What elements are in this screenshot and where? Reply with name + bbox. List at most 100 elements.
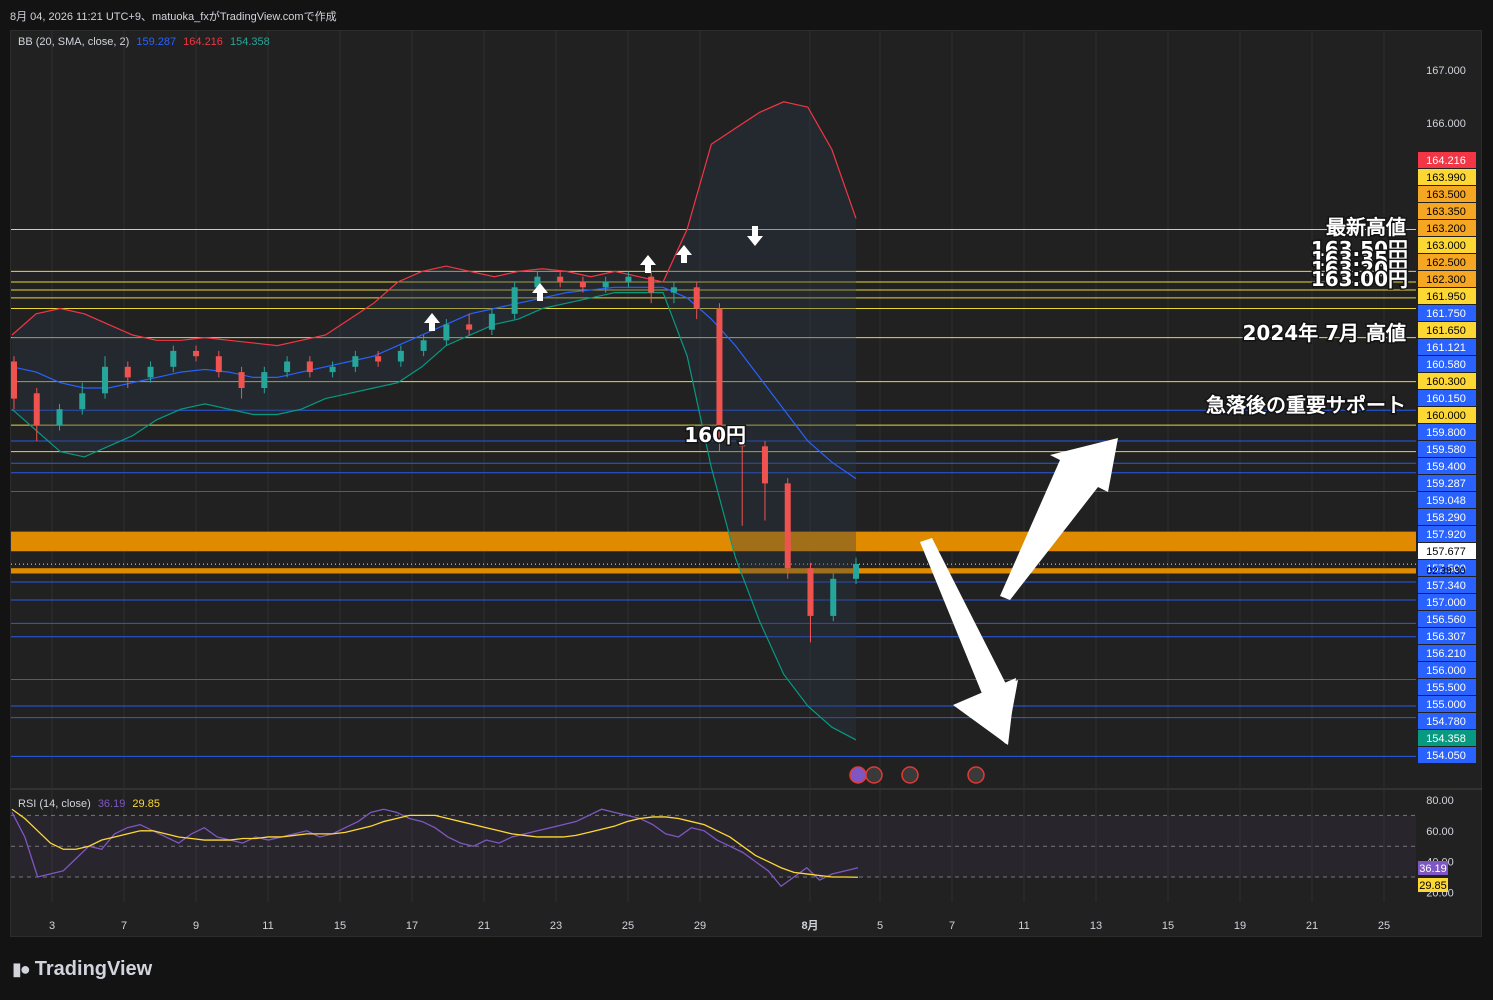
- price-axis-tag-text: 163.350: [1426, 206, 1466, 218]
- price-axis-tag-text: 164.216: [1426, 155, 1466, 167]
- price-axis-tag-text: 156.560: [1426, 614, 1466, 626]
- candle-body: [420, 340, 427, 351]
- tradingview-logo-text: TradingView: [34, 958, 153, 980]
- bb-basis-value: 159.287: [136, 36, 177, 48]
- candle-body: [466, 324, 473, 330]
- price-axis-tag-text: 159.400: [1426, 461, 1466, 473]
- candle-body: [648, 276, 655, 293]
- candle-body: [124, 366, 131, 378]
- candle-body: [853, 563, 859, 579]
- candle-body: [511, 287, 518, 314]
- price-axis-tag-text: 162.500: [1426, 257, 1466, 269]
- price-axis-tag-text: 163.500: [1426, 189, 1466, 201]
- candle-body: [79, 393, 86, 410]
- price-axis-tag-text: 161.650: [1426, 325, 1466, 337]
- candle-body: [375, 356, 382, 362]
- price-axis-tag-text: 154.050: [1426, 750, 1466, 762]
- x-tick-label: 8月: [801, 919, 818, 932]
- x-tick-label: 3: [49, 920, 55, 932]
- latest-high-label: 最新高値: [1326, 215, 1406, 239]
- candle-body: [215, 356, 222, 373]
- price-axis-tag-text: 156.210: [1426, 648, 1466, 660]
- x-tick-label: 11: [262, 920, 273, 932]
- candle-body: [557, 276, 564, 282]
- price-axis-tag-text: 155.500: [1426, 682, 1466, 694]
- price-axis-tag-text: 163.000: [1426, 240, 1466, 252]
- us-flag-event-icon: [967, 766, 985, 784]
- rsi-ma-tag-text: 29.85: [1419, 880, 1447, 892]
- price-axis-tag-text: 161.950: [1426, 291, 1466, 303]
- lightning-event-icon: [849, 766, 867, 784]
- price-axis-tag-text: 159.048: [1426, 495, 1466, 507]
- price-axis-tag-text: 163.200: [1426, 223, 1466, 235]
- candle-body: [238, 372, 245, 388]
- x-tick-label: 25: [1378, 920, 1390, 932]
- x-tick-label: 15: [1162, 920, 1174, 932]
- candle-body: [625, 276, 632, 282]
- rsi-legend-label: RSI (14, close): [18, 798, 91, 810]
- price-axis-tag-text: 159.287: [1426, 478, 1466, 490]
- x-tick-label: 19: [1234, 920, 1246, 932]
- candle-body: [716, 308, 723, 441]
- bb-lower-value: 154.358: [229, 36, 270, 48]
- candle-body: [56, 409, 63, 426]
- candle-body: [306, 361, 313, 373]
- candle-body: [352, 356, 359, 367]
- price-axis-tag-text: 154.780: [1426, 716, 1466, 728]
- price-axis-tag-text: 155.000: [1426, 699, 1466, 711]
- yen160-label: 160円: [684, 423, 746, 447]
- candle-body: [147, 366, 154, 378]
- price-axis-tag-text: 159.580: [1426, 444, 1466, 456]
- x-tick-label: 21: [478, 920, 490, 932]
- x-tick-label: 25: [622, 920, 634, 932]
- candle-body: [170, 350, 177, 367]
- price-axis-tag-text: 161.121: [1426, 342, 1466, 354]
- tradingview-logo-icon: ▮●: [12, 959, 31, 979]
- price-axis-tag-text: 162.300: [1426, 274, 1466, 286]
- rsi-value-tag-text: 36.19: [1419, 863, 1447, 875]
- price-axis-tag-text: 158.290: [1426, 512, 1466, 524]
- candle-body: [443, 324, 450, 341]
- price-axis-tag-text: 163.990: [1426, 172, 1466, 184]
- price-axis-tag-text: 157.920: [1426, 529, 1466, 541]
- x-tick-label: 7: [121, 920, 127, 932]
- tradingview-logo[interactable]: ▮● TradingView: [12, 958, 152, 981]
- jul2024-high-label: 2024年 7月 高値: [1242, 321, 1406, 345]
- bb-legend[interactable]: BB (20, SMA, close, 2) 159.287 164.216 1…: [18, 36, 274, 48]
- price-axis-tag-text: 157.000: [1426, 597, 1466, 609]
- y-tick-label: 166.000: [1426, 118, 1466, 130]
- chart-svg[interactable]: 最新高値163.50円163.35円163.20円163.00円2024年 7月…: [0, 0, 1493, 1000]
- x-tick-label: 21: [1306, 920, 1318, 932]
- candle-body: [193, 350, 200, 357]
- support-label: 急落後の重要サポート: [1206, 393, 1406, 417]
- price-axis-tag-text: 160.580: [1426, 359, 1466, 371]
- y-tick-label: 167.000: [1426, 65, 1466, 77]
- x-tick-label: 11: [1018, 920, 1029, 932]
- price-axis-tag-text: 156.307: [1426, 631, 1466, 643]
- price-axis-tag-text: 157.677: [1426, 546, 1466, 558]
- candle-body: [33, 393, 40, 426]
- rsi-ma-value: 29.85: [132, 798, 160, 810]
- x-tick-label: 17: [406, 920, 418, 932]
- rsi-legend[interactable]: RSI (14, close) 36.19 29.85: [18, 798, 164, 810]
- x-tick-label: 23: [550, 920, 562, 932]
- candle-body: [397, 350, 404, 362]
- candle-body: [329, 366, 336, 373]
- orange-zone: [11, 531, 1416, 552]
- rsi-tick-label: 60.00: [1426, 826, 1454, 838]
- candle-body: [579, 282, 586, 288]
- price-axis-tag-text: 154.358: [1426, 733, 1466, 745]
- price-axis-tag-text: 157.340: [1426, 580, 1466, 592]
- bb-upper-value: 164.216: [183, 36, 223, 48]
- candle-body: [807, 568, 814, 616]
- rsi-tick-label: 80.00: [1426, 795, 1454, 807]
- price-axis-tag-text: 160.300: [1426, 376, 1466, 388]
- orange-zone: [11, 568, 1416, 574]
- candle-body: [670, 287, 677, 293]
- price-axis-tag-text: 161.750: [1426, 308, 1466, 320]
- candle-body: [11, 361, 17, 399]
- level-label-163-00: 163.00円: [1311, 267, 1408, 291]
- x-tick-label: 15: [334, 920, 346, 932]
- rsi-value: 36.19: [97, 798, 126, 810]
- candle-body: [102, 366, 109, 394]
